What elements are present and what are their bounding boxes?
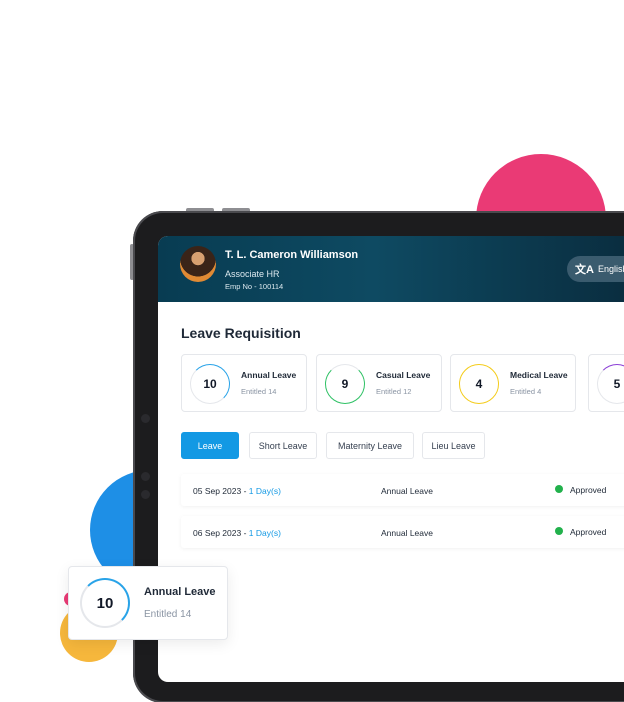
tablet-sensor <box>141 490 150 499</box>
leave-count-ring: 5 <box>597 364 624 404</box>
leave-date: 06 Sep 2023 - 1 Day(s) <box>193 528 281 538</box>
employee-number: Emp No - 100114 <box>225 282 284 291</box>
avatar[interactable] <box>180 246 216 282</box>
leave-card-casual[interactable]: 9 Casual Leave Entitled 12 <box>316 354 442 412</box>
leave-days: 1 Day(s) <box>248 528 281 538</box>
language-selector[interactable]: 文A English <box>567 256 624 282</box>
floating-card-title: Annual Leave <box>144 586 216 598</box>
leave-count-ring: 10 <box>80 578 130 628</box>
leave-date: 05 Sep 2023 - 1 Day(s) <box>193 486 281 496</box>
leave-date-value: 06 Sep 2023 <box>193 528 242 538</box>
status-badge: Approved <box>570 485 607 495</box>
user-role: Associate HR <box>225 269 280 279</box>
tablet-sensor <box>141 414 150 423</box>
page-title: Leave Requisition <box>181 325 301 341</box>
leave-count-ring: 10 <box>190 364 230 404</box>
leave-card-medical[interactable]: 4 Medical Leave Entitled 4 <box>450 354 576 412</box>
leave-card-entitled: Entitled 12 <box>376 387 412 396</box>
list-item[interactable]: 06 Sep 2023 - 1 Day(s) Annual Leave Appr… <box>181 516 624 548</box>
leave-card-partial[interactable]: 5 <box>588 354 624 412</box>
status-dot-icon <box>555 485 563 493</box>
user-name: T. L. Cameron Williamson <box>225 249 359 261</box>
status-badge: Approved <box>570 527 607 537</box>
tab-short-leave[interactable]: Short Leave <box>249 432 317 459</box>
leave-type: Annual Leave <box>381 528 433 538</box>
floating-card-entitled: Entitled 14 <box>144 609 192 620</box>
status-dot-icon <box>555 527 563 535</box>
tablet-sensor <box>141 472 150 481</box>
leave-count-ring: 9 <box>325 364 365 404</box>
tab-lieu-leave[interactable]: Lieu Leave <box>422 432 485 459</box>
tab-maternity-leave[interactable]: Maternity Leave <box>326 432 414 459</box>
leave-date-value: 05 Sep 2023 <box>193 486 242 496</box>
leave-card-title: Annual Leave <box>241 370 297 380</box>
tab-leave[interactable]: Leave <box>181 432 239 459</box>
language-label: English <box>597 264 624 274</box>
leave-card-annual[interactable]: 10 Annual Leave Entitled 14 <box>181 354 307 412</box>
leave-count-ring: 4 <box>459 364 499 404</box>
list-item[interactable]: 05 Sep 2023 - 1 Day(s) Annual Leave Appr… <box>181 474 624 506</box>
translate-icon: 文A <box>575 264 594 276</box>
leave-card-entitled: Entitled 14 <box>241 387 277 396</box>
profile-header: T. L. Cameron Williamson Associate HR Em… <box>158 236 624 302</box>
leave-card-title: Casual Leave <box>376 370 431 380</box>
floating-annual-leave-card: 10 Annual Leave Entitled 14 <box>68 566 228 640</box>
leave-card-title: Medical Leave <box>510 370 568 380</box>
leave-type: Annual Leave <box>381 486 433 496</box>
leave-days: 1 Day(s) <box>248 486 281 496</box>
leave-card-entitled: Entitled 4 <box>510 387 542 396</box>
